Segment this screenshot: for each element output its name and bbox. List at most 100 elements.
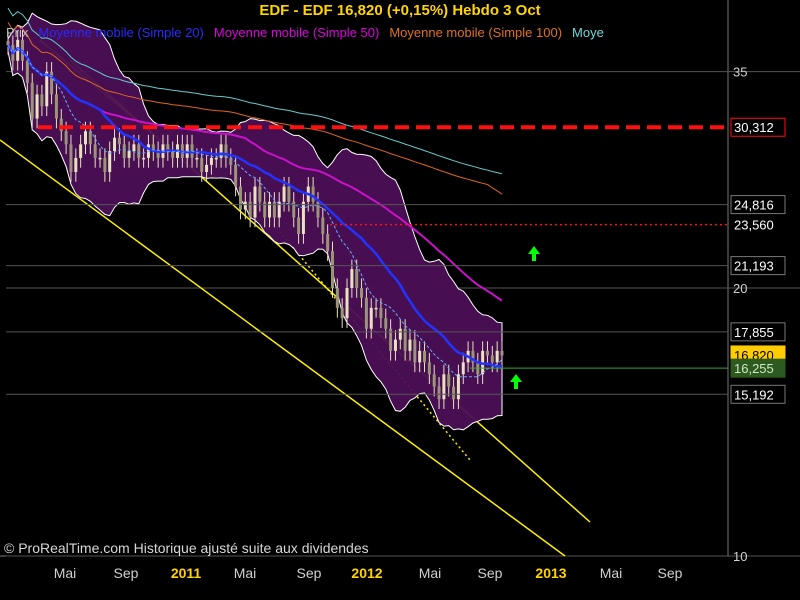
legend-item-1: Moyenne mobile (Simple 20) xyxy=(38,25,204,40)
candle-body xyxy=(64,131,68,145)
candle-body xyxy=(45,71,49,107)
price-tag-label: 30,312 xyxy=(734,120,774,135)
x-tick-label: Mai xyxy=(54,565,77,581)
y-tick-label: 10 xyxy=(733,549,747,564)
candle-body xyxy=(93,144,97,158)
candle-body xyxy=(35,94,39,119)
price-tag-label: 21,193 xyxy=(734,259,774,274)
candle-body xyxy=(340,307,344,319)
x-tick-label: Sep xyxy=(297,565,322,581)
candle-body xyxy=(360,288,364,298)
candle-body xyxy=(413,339,417,363)
candle-body xyxy=(30,82,34,119)
price-tag-label: 23,560 xyxy=(734,218,774,233)
x-tick-label: 2012 xyxy=(351,565,382,581)
candle-body xyxy=(142,157,146,160)
candle-body xyxy=(137,144,141,158)
chart-title: EDF - EDF 16,820 (+0,15%) Hebdo 3 Oct xyxy=(259,2,541,19)
candle-body xyxy=(355,269,359,288)
candle-body xyxy=(83,131,87,145)
candle-body xyxy=(345,288,349,319)
candle-body xyxy=(88,131,92,145)
candle-body xyxy=(384,318,388,329)
price-tag-label: 16,255 xyxy=(734,361,774,376)
candle-body xyxy=(74,157,78,172)
candle-body xyxy=(374,307,378,310)
x-tick-label: Sep xyxy=(114,565,139,581)
candle-body xyxy=(103,157,107,172)
candle-body xyxy=(69,144,73,172)
x-tick-label: 2011 xyxy=(171,565,202,581)
candle-body xyxy=(117,137,121,145)
candle-body xyxy=(456,374,460,400)
candle-body xyxy=(54,94,58,119)
candle-body xyxy=(427,362,431,375)
candle-body xyxy=(98,157,102,160)
copyright-note: © ProRealTime.com Historique ajusté suit… xyxy=(4,540,369,556)
candle-body xyxy=(297,217,301,234)
candle-body xyxy=(234,164,238,187)
candle-body xyxy=(442,374,446,400)
candle-body xyxy=(287,186,291,202)
legend-item-0: Prix xyxy=(6,25,29,40)
candle-body xyxy=(418,350,422,363)
y-tick-label: 20 xyxy=(733,281,747,296)
candle-body xyxy=(238,186,242,210)
legend-item-4: Moye xyxy=(572,25,604,40)
legend-item-3: Moyenne mobile (Simple 100) xyxy=(389,25,563,40)
candle-body xyxy=(301,201,305,234)
x-tick-label: Sep xyxy=(478,565,503,581)
price-tag-label: 17,855 xyxy=(734,325,774,340)
candle-body xyxy=(330,251,334,288)
x-tick-label: Mai xyxy=(234,565,257,581)
candle-body xyxy=(490,355,494,363)
candle-body xyxy=(113,137,117,152)
candle-body xyxy=(122,144,126,158)
x-tick-label: Mai xyxy=(419,565,442,581)
candle-body xyxy=(108,151,112,172)
candle-body xyxy=(25,60,29,83)
candle-body xyxy=(243,201,247,210)
candle-body xyxy=(321,217,325,234)
legend-item-2: Moyenne mobile (Simple 50) xyxy=(213,25,380,40)
candle-body xyxy=(398,328,402,340)
candle-body xyxy=(258,186,262,202)
price-chart: 30,31224,81623,56021,19317,85516,82016,2… xyxy=(0,0,800,600)
candle-body xyxy=(369,307,373,329)
candle-body xyxy=(326,233,330,252)
candle-body xyxy=(205,164,209,172)
candle-body xyxy=(132,144,136,152)
x-tick-label: Mai xyxy=(600,565,623,581)
candle-body xyxy=(195,157,199,160)
price-tag-label: 15,192 xyxy=(734,387,774,402)
candle-body xyxy=(79,144,83,158)
candle-body xyxy=(452,386,456,400)
candle-body xyxy=(437,386,441,400)
candle-body xyxy=(200,157,204,172)
legend: Prix Moyenne mobile (Simple 20) Moyenne mo… xyxy=(6,25,728,40)
candle-body xyxy=(408,339,412,351)
candle-body xyxy=(311,186,315,202)
x-tick-label: 2013 xyxy=(535,565,566,581)
y-tick-label: 35 xyxy=(733,65,747,80)
candle-body xyxy=(350,269,354,288)
candle-body xyxy=(335,288,339,308)
candle-body xyxy=(423,350,427,363)
candle-body xyxy=(432,374,436,387)
candle-body xyxy=(379,307,383,319)
candle-body xyxy=(393,339,397,351)
candle-body xyxy=(253,186,257,218)
price-tag-label: 24,816 xyxy=(734,198,774,213)
candle-body xyxy=(364,297,368,329)
candle-body xyxy=(461,362,465,375)
candle-body xyxy=(127,151,131,158)
candle-body xyxy=(500,350,504,356)
candle-body xyxy=(447,374,451,387)
candle-body xyxy=(214,157,218,160)
candle-body xyxy=(209,157,213,165)
candle-body xyxy=(495,350,499,363)
candle-body xyxy=(224,144,228,158)
candle-body xyxy=(282,186,286,202)
x-tick-label: Sep xyxy=(658,565,683,581)
candle-body xyxy=(40,94,44,107)
